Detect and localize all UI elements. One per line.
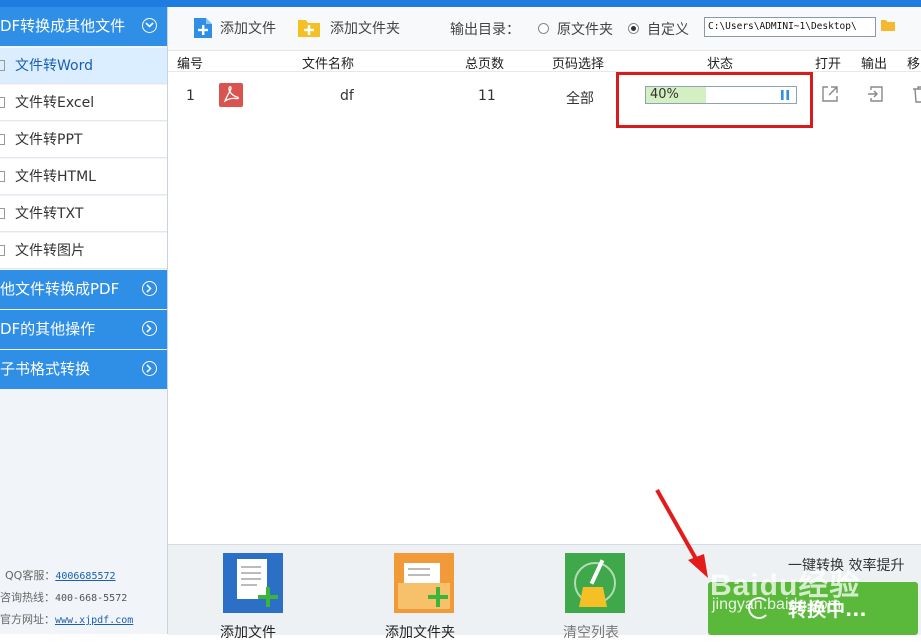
header-page-select: 页码选择 <box>552 57 605 72</box>
chevron-down-icon <box>142 18 157 33</box>
browse-folder-icon[interactable] <box>881 19 895 31</box>
radio-original-label: 原文件夹 <box>557 22 613 38</box>
section-label: DF转换成其他文件 <box>0 17 126 35</box>
contact-website: 官方网址：www.xjpdf.com <box>0 611 167 627</box>
sidebar-item-label: 文件转Word <box>15 58 93 74</box>
row-page-select[interactable]: 全部 <box>566 88 594 108</box>
section-label: DF的其他操作 <box>0 320 96 338</box>
output-path-input[interactable]: C:\Users\ADMINI~1\Desktop\ <box>704 17 876 37</box>
broom-icon[interactable] <box>565 553 625 613</box>
sidebar-item-to-image[interactable]: 文件转图片 <box>0 233 167 269</box>
sidebar: DF转换成其他文件 文件转Word 文件转Excel 文件转PPT 文件转HTM… <box>0 7 168 634</box>
header-status: 状态 <box>707 57 734 72</box>
clear-list-label: 清空列表 <box>563 625 619 641</box>
header-open: 打开 <box>815 57 842 72</box>
status-highlight-box <box>616 72 813 128</box>
qq-link[interactable]: 4006685572 <box>55 571 115 582</box>
watermark-url: jingyan.baidu.com <box>712 596 841 613</box>
file-icon <box>0 208 5 219</box>
row-file-name: df <box>340 88 354 104</box>
contact-hotline: 咨询热线：400-668-5572 <box>0 589 167 605</box>
sidebar-item-to-word[interactable]: 文件转Word <box>0 48 167 84</box>
output-dir-label: 输出目录： <box>450 22 520 38</box>
sidebar-item-to-html[interactable]: 文件转HTML <box>0 159 167 195</box>
sidebar-item-to-ppt[interactable]: 文件转PPT <box>0 122 167 158</box>
hotline-label: 咨询热线： <box>0 591 55 604</box>
file-icon <box>0 171 5 182</box>
section-label: 他文件转换成PDF <box>0 280 120 298</box>
big-add-file-label: 添加文件 <box>220 625 276 641</box>
file-icon <box>0 97 5 108</box>
big-add-file-icon[interactable] <box>223 553 283 613</box>
header-remove: 移 <box>907 57 921 72</box>
add-file-icon <box>194 18 212 38</box>
add-folder-label: 添加文件夹 <box>330 21 400 37</box>
sidebar-item-to-excel[interactable]: 文件转Excel <box>0 85 167 121</box>
sidebar-item-label: 文件转图片 <box>15 243 85 259</box>
output-folder-icon[interactable] <box>866 84 886 104</box>
add-folder-button[interactable]: 添加文件夹 <box>297 17 407 41</box>
red-arrow-annotation <box>655 489 708 578</box>
title-bar-strip <box>0 0 921 7</box>
header-output: 输出 <box>861 57 888 72</box>
radio-original-folder[interactable] <box>538 23 549 34</box>
sidebar-section-pdf-to-other[interactable]: DF转换成其他文件 <box>0 7 167 46</box>
sidebar-item-label: 文件转Excel <box>15 95 95 111</box>
table-header: 编号 文件名称 总页数 页码选择 状态 打开 输出 移 <box>168 51 921 72</box>
hotline-value: 400-668-5572 <box>55 593 128 604</box>
big-add-folder-label: 添加文件夹 <box>385 625 455 641</box>
toolbar: 添加文件 添加文件夹 输出目录： 原文件夹 自定义 C:\Users\ADMIN… <box>168 7 921 51</box>
radio-custom-folder[interactable] <box>628 23 639 34</box>
chevron-right-icon <box>142 361 157 376</box>
qq-label: QQ客服： <box>5 569 56 582</box>
sidebar-section-pdf-other-ops[interactable]: DF的其他操作 <box>0 310 167 349</box>
sidebar-item-to-txt[interactable]: 文件转TXT <box>0 196 167 232</box>
file-icon <box>0 245 5 256</box>
sidebar-section-other-to-pdf[interactable]: 他文件转换成PDF <box>0 270 167 309</box>
header-total-pages: 总页数 <box>465 57 505 72</box>
add-file-label: 添加文件 <box>220 21 276 37</box>
add-file-button[interactable]: 添加文件 <box>193 17 283 41</box>
radio-custom-label: 自定义 <box>647 22 689 38</box>
pdf-file-icon <box>219 83 243 107</box>
file-icon <box>0 134 5 145</box>
big-add-folder-icon[interactable] <box>394 553 454 613</box>
trash-icon[interactable] <box>910 84 921 104</box>
header-file-name: 文件名称 <box>302 57 355 72</box>
open-external-icon[interactable] <box>820 84 840 104</box>
chevron-right-icon <box>142 281 157 296</box>
file-icon <box>0 60 5 71</box>
row-number: 1 <box>186 88 195 104</box>
add-folder-icon <box>298 20 320 37</box>
row-total-pages: 11 <box>478 88 496 104</box>
sidebar-item-label: 文件转HTML <box>15 169 96 185</box>
chevron-right-icon <box>142 321 157 336</box>
website-link[interactable]: www.xjpdf.com <box>55 615 133 626</box>
sidebar-item-label: 文件转PPT <box>15 132 83 148</box>
section-label: 子书格式转换 <box>0 360 91 378</box>
sidebar-section-ebook-convert[interactable]: 子书格式转换 <box>0 350 167 389</box>
contact-qq: QQ客服：4006685572 <box>5 567 172 583</box>
header-number: 编号 <box>177 57 204 72</box>
website-label: 官方网址： <box>0 613 55 626</box>
sidebar-item-label: 文件转TXT <box>15 206 84 222</box>
